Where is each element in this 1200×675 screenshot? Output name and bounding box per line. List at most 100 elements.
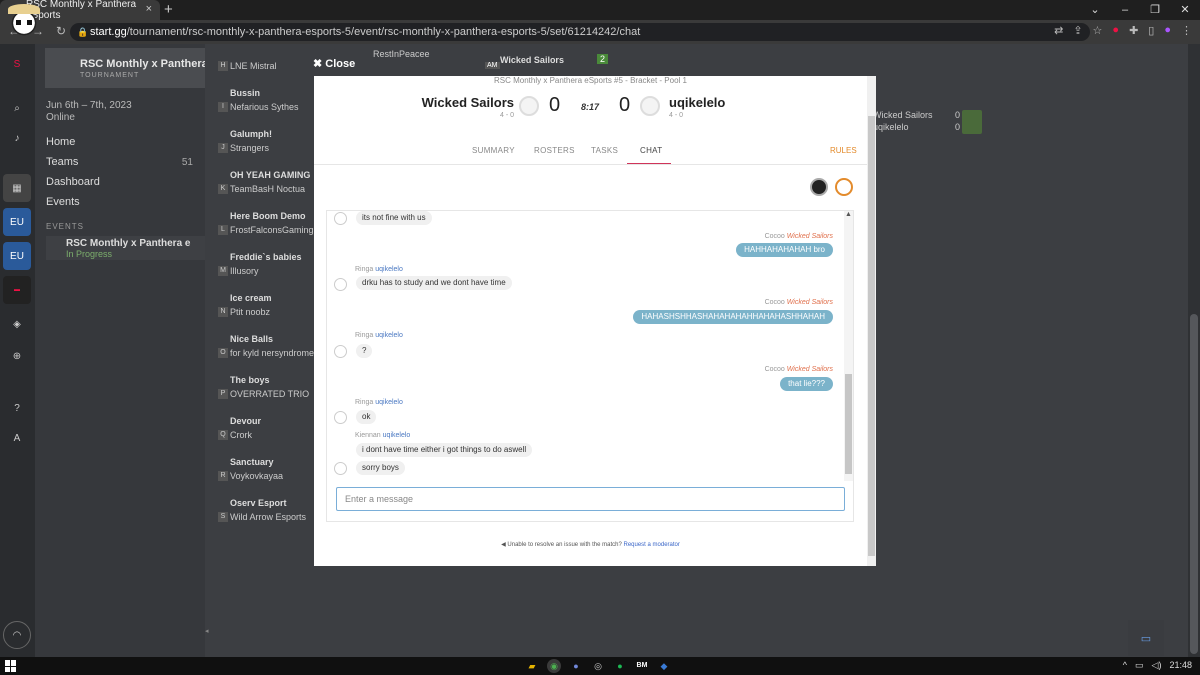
star-icon[interactable]: ☆	[1093, 24, 1103, 37]
steam-icon[interactable]: ◎	[591, 659, 605, 673]
rocket-league-icon[interactable]: ◆	[657, 659, 671, 673]
modal-close-button[interactable]: ✖ Close	[313, 57, 355, 70]
windows-start-icon[interactable]	[5, 660, 17, 672]
match-tabs: SUMMARY ROSTERS TASKS CHAT	[314, 146, 867, 164]
rail-eu2-icon[interactable]: EU	[3, 242, 31, 270]
folder-icon[interactable]: ▰	[525, 659, 539, 673]
minimize-button[interactable]: –	[1110, 0, 1140, 20]
bracket-middle-match[interactable]: Wicked Sailors	[500, 55, 564, 65]
tab-close-icon[interactable]: ×	[146, 3, 152, 15]
bell-icon[interactable]: ♪	[3, 124, 31, 152]
rail-diamond-icon[interactable]: ◈	[3, 310, 31, 338]
translate-rail-icon[interactable]: A	[3, 424, 31, 452]
tab-rosters[interactable]: ROSTERS	[534, 146, 575, 155]
message-avatar	[334, 212, 347, 225]
close-window-button[interactable]: ✕	[1170, 0, 1200, 20]
score-right: 0	[619, 94, 631, 116]
tray-chevron-icon[interactable]: ^	[1123, 660, 1127, 671]
extension-red-icon[interactable]: ●	[1112, 24, 1119, 37]
current-event-status: In Progress	[66, 249, 113, 259]
event-header-card[interactable]: RSC Monthly x Panthera eS TOURNAMENT	[45, 48, 224, 88]
bracket-entry[interactable]: P The boys OVERRATED TRIO	[218, 375, 309, 399]
puzzle-icon[interactable]: ✚	[1129, 24, 1138, 37]
team-right-avatar-icon[interactable]	[835, 178, 853, 196]
volume-icon[interactable]: ◁)	[1152, 660, 1162, 671]
new-tab-button[interactable]: +	[164, 1, 173, 18]
taskbar-apps: ▰ ◉ ● ◎ ● BM ◆	[525, 659, 671, 673]
modal-scrollbar[interactable]	[867, 76, 876, 566]
request-moderator-link[interactable]: Request a moderator	[624, 542, 680, 548]
chat-message: its not fine with us	[356, 211, 432, 225]
page-scrollbar[interactable]	[1188, 44, 1200, 657]
url-field[interactable]: 🔒 start.gg/tournament/rsc-monthly-x-pant…	[70, 23, 1090, 41]
profile-icon[interactable]: ●	[1164, 24, 1171, 37]
bracket-entry[interactable]: I Bussin Nefarious Sythes	[218, 88, 300, 112]
translate-icon[interactable]: ⇄	[1054, 24, 1063, 37]
bracket-entry[interactable]: N Ice cream Ptit noobz	[218, 293, 300, 317]
right-match-status	[962, 110, 982, 134]
bracket-entry[interactable]: Q Devour Crork	[218, 416, 300, 440]
reload-icon[interactable]: ↻	[56, 24, 66, 38]
bracket-entry[interactable]: R Sanctuary Voykovkayaa	[218, 457, 300, 481]
rules-link[interactable]: RULES	[830, 146, 857, 155]
menu-dots-icon[interactable]: ⋮	[1181, 24, 1192, 37]
sidebar-item-events[interactable]: Events	[46, 196, 80, 208]
team-left-name[interactable]: Wicked Sailors	[422, 95, 514, 110]
sidebar-item-dashboard[interactable]: Dashboard	[46, 176, 100, 188]
startgg-logo-icon[interactable]: S	[3, 50, 31, 78]
window-controls: ⌄ – ❐ ✕	[1080, 0, 1200, 20]
bracket-seed: I	[218, 102, 228, 112]
bm-app-icon[interactable]: BM	[635, 659, 649, 673]
bracket-middle-badge: AM	[485, 62, 500, 69]
bracket-team-a: Nice Balls	[230, 334, 274, 344]
team-left-avatar-icon[interactable]	[810, 178, 828, 196]
sidebar-icon[interactable]: ▯	[1148, 24, 1154, 37]
system-tray: ^ ▭ ◁) 21:48	[1123, 660, 1192, 671]
scroll-left-icon[interactable]: ◂	[205, 627, 213, 635]
chat-message-input[interactable]	[336, 487, 845, 511]
spotify-icon[interactable]: ●	[613, 659, 627, 673]
bracket-team-a: Sanctuary	[230, 457, 274, 467]
chevron-down-icon[interactable]: ⌄	[1080, 0, 1110, 20]
team-right-name[interactable]: uqikelelo	[669, 95, 725, 110]
discord-icon[interactable]: ●	[569, 659, 583, 673]
rail-eu-icon[interactable]: EU	[3, 208, 31, 236]
bracket-team-b: Wild Arrow Esports	[230, 512, 307, 522]
tab-tasks[interactable]: TASKS	[591, 146, 618, 155]
bracket-team-b: Strangers	[230, 143, 270, 153]
tab-summary[interactable]: SUMMARY	[472, 146, 515, 155]
chat-message: i dont have time either i got things to …	[356, 443, 533, 457]
bracket-entry[interactable]: O Nice Balls for kyld nersyndrome	[218, 334, 314, 358]
tab-chat[interactable]: CHAT	[640, 146, 662, 155]
bracket-entry[interactable]: M Freddie`s babies Illusory	[218, 252, 302, 276]
rail-avatar-icon[interactable]: ▦	[3, 174, 31, 202]
rail-brand-icon[interactable]: ▬	[3, 276, 31, 304]
chat-scrollbar[interactable]: ▲	[844, 211, 853, 481]
help-icon[interactable]: ?	[3, 394, 31, 422]
bracket-entry[interactable]: L Here Boom Demo FrostFalconsGaming	[218, 211, 314, 235]
add-icon[interactable]: ⊕	[3, 342, 31, 370]
bracket-entry[interactable]: H LNE Mistral	[218, 47, 300, 71]
chrome-icon[interactable]: ◉	[547, 659, 561, 673]
bracket-middle-top: RestInPeacee	[373, 49, 430, 59]
bracket-entry[interactable]: K OH YEAH GAMING TeamBasH Noctua	[218, 170, 310, 194]
bracket-entry[interactable]: J Galumph! Strangers	[218, 129, 300, 153]
bracket-team-a: Freddie`s babies	[230, 252, 302, 262]
sidebar-item-teams[interactable]: Teams	[46, 156, 78, 168]
user-avatar-icon[interactable]: ◠	[3, 621, 31, 649]
teams-count: 51	[181, 157, 193, 168]
current-event-item[interactable]: RSC Monthly x Panthera e In Progress	[46, 236, 205, 260]
bracket-team-b: FrostFalconsGaming	[230, 225, 314, 235]
clock-time[interactable]: 21:48	[1169, 660, 1192, 671]
maximize-button[interactable]: ❐	[1140, 0, 1170, 20]
share-icon[interactable]: ⇪	[1073, 24, 1082, 37]
tab-title: RSC Monthly x Panthera eSports	[26, 0, 137, 21]
event-date: Jun 6th – 7th, 2023	[46, 100, 132, 111]
chat-message: HAHASHSHHASHAHAHAHAHHAHAHASHHAHAH	[633, 310, 833, 324]
moderator-footer: ◀ Unable to resolve an issue with the ma…	[314, 541, 867, 548]
feedback-button[interactable]: ▭	[1128, 620, 1164, 656]
bracket-entry[interactable]: S Oserv Esport Wild Arrow Esports	[218, 498, 307, 522]
network-icon[interactable]: ▭	[1135, 660, 1144, 671]
sidebar-item-home[interactable]: Home	[46, 136, 75, 148]
search-icon[interactable]: ⌕	[3, 94, 31, 122]
